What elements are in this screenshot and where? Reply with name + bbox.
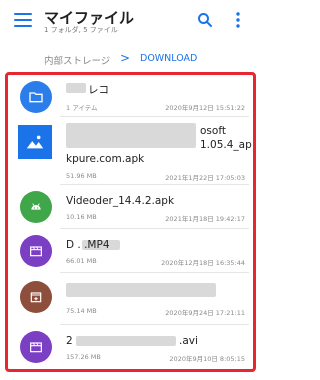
file-date: 2020年12月18日 16:35:44 bbox=[161, 259, 245, 267]
file-list: レコ 1 アイテム 2020年9月12日 15:51:22 osoft 1.05… bbox=[5, 72, 256, 372]
file-meta: 66.01 MB bbox=[66, 257, 97, 265]
file-meta: 1 アイテム bbox=[66, 104, 98, 112]
file-name-line3: kpure.com.apk bbox=[66, 153, 145, 165]
file-name-prefix: 2 bbox=[66, 335, 73, 347]
breadcrumb-separator: > bbox=[120, 51, 131, 65]
file-name: D . .MP4 bbox=[66, 239, 110, 251]
list-item-folder[interactable]: レコ 1 アイテム 2020年9月12日 15:51:22 bbox=[8, 75, 253, 115]
list-item-apk-1[interactable]: osoft 1.05.4_ap kpure.com.apk 51.96 MB 2… bbox=[8, 117, 253, 183]
file-name: Videoder_14.4.2.apk bbox=[66, 195, 175, 207]
image-icon bbox=[18, 125, 52, 159]
file-name-suffix: .avi bbox=[179, 335, 198, 347]
archive-icon bbox=[20, 281, 52, 313]
list-item-apk-2[interactable]: Videoder_14.4.2.apk 10.16 MB 2021年1月18日 … bbox=[8, 185, 253, 227]
redacted-name-block bbox=[66, 83, 86, 93]
breadcrumb-internal-storage[interactable]: 内部ストレージ bbox=[44, 53, 110, 67]
file-name: レコ bbox=[88, 84, 109, 96]
android-icon bbox=[20, 191, 52, 223]
list-item-archive[interactable]: 75.14 MB 2020年9月24日 17:21:11 bbox=[8, 273, 253, 323]
redacted-name-block bbox=[66, 283, 216, 297]
breadcrumb-download[interactable]: DOWNLOAD bbox=[140, 53, 197, 64]
file-meta: 75.14 MB bbox=[66, 307, 97, 315]
video-clapper-icon bbox=[20, 235, 52, 267]
file-date: 2020年9月12日 15:51:22 bbox=[165, 104, 245, 112]
video-clapper-icon bbox=[20, 331, 52, 363]
redacted-name-block bbox=[76, 336, 176, 346]
file-meta: 51.96 MB bbox=[66, 172, 97, 180]
app-bar: マイファイル 1 フォルダ, 5 ファイル bbox=[0, 0, 263, 42]
redacted-name-block bbox=[66, 123, 196, 148]
file-date: 2020年9月10日 8:05:15 bbox=[169, 355, 245, 363]
page-subtitle: 1 フォルダ, 5 ファイル bbox=[44, 26, 118, 34]
breadcrumb: 内部ストレージ > DOWNLOAD bbox=[0, 42, 263, 72]
list-item-video-2[interactable]: 2 .avi 157.26 MB 2020年9月10日 8:05:15 bbox=[8, 325, 253, 369]
file-name-line2: 1.05.4_ap bbox=[200, 139, 252, 151]
file-meta: 10.16 MB bbox=[66, 213, 97, 221]
file-name-line1: osoft bbox=[200, 125, 226, 137]
folder-icon bbox=[20, 81, 52, 113]
search-icon[interactable] bbox=[196, 11, 214, 29]
list-item-video-1[interactable]: D . .MP4 66.01 MB 2020年12月18日 16:35:44 bbox=[8, 229, 253, 271]
more-vertical-icon[interactable] bbox=[232, 11, 244, 29]
file-date: 2020年9月24日 17:21:11 bbox=[165, 309, 245, 317]
file-date: 2021年1月18日 19:42:17 bbox=[165, 215, 245, 223]
hamburger-menu-icon[interactable] bbox=[14, 13, 32, 27]
file-meta: 157.26 MB bbox=[66, 353, 101, 361]
file-date: 2021年1月22日 17:05:03 bbox=[165, 174, 245, 182]
